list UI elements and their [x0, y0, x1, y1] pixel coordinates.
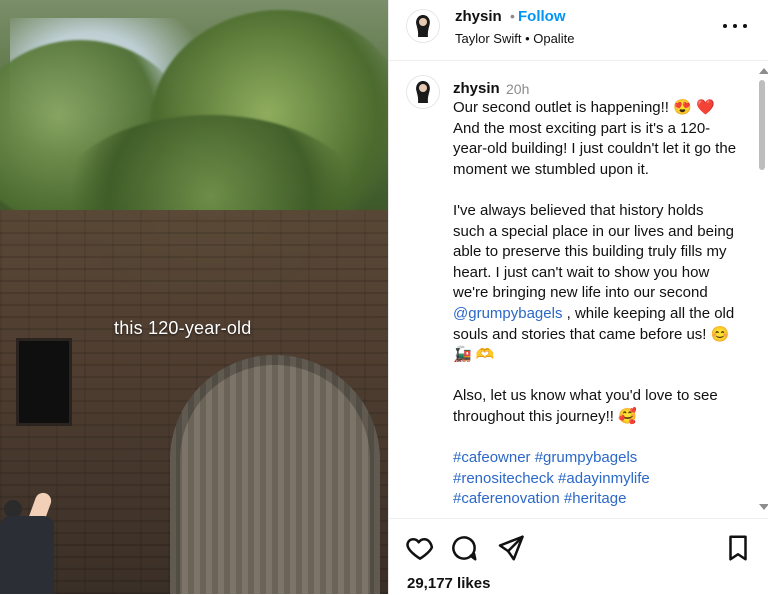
- hashtags[interactable]: #cafeowner #grumpybagels #renositecheck …: [453, 448, 738, 510]
- person-body: [0, 516, 54, 594]
- caption-paragraph-1: Our second outlet is happening!! 😍 ❤️ An…: [453, 99, 737, 178]
- bookmark-icon[interactable]: [723, 533, 753, 563]
- media-person: [0, 490, 62, 594]
- post-caption: Our second outlet is happening!! 😍 ❤️ An…: [453, 98, 738, 518]
- more-dot-1: [723, 24, 727, 28]
- caption-paragraph-2-start: I've always believed that history holds …: [453, 201, 735, 302]
- heart-outline-icon: [406, 538, 434, 560]
- comment-icon[interactable]: [449, 533, 479, 563]
- avatar-image-icon: [407, 76, 439, 108]
- scroll-down-icon[interactable]: [759, 504, 768, 510]
- mention-link[interactable]: @grumpybagels: [453, 305, 562, 322]
- scroll-thumb[interactable]: [759, 80, 765, 170]
- post-time[interactable]: 20h: [506, 81, 529, 97]
- media-arch-door: [170, 355, 380, 594]
- post-media[interactable]: this 120-year-old: [0, 0, 388, 594]
- post-avatar[interactable]: [407, 76, 439, 108]
- caption-paragraph-3: Also, let us know what you'd love to see…: [453, 387, 718, 425]
- like-count[interactable]: 29,177 likes: [407, 575, 490, 592]
- follow-button[interactable]: Follow: [518, 8, 566, 25]
- media-window: [16, 338, 72, 426]
- post-details-panel: zhysin • Follow Taylor Swift • Opalite z…: [388, 0, 768, 594]
- header-music[interactable]: Taylor Swift • Opalite: [455, 31, 574, 46]
- more-options-icon[interactable]: [721, 14, 749, 38]
- post-body: zhysin 20h Our second outlet is happenin…: [389, 60, 768, 518]
- post-actions: 29,177 likes: [389, 518, 768, 595]
- header-separator: •: [510, 8, 515, 24]
- scroll-up-icon[interactable]: [759, 68, 768, 74]
- caption-paragraph-2: I've always believed that history holds …: [453, 201, 738, 366]
- caption-scrollbar[interactable]: [757, 66, 768, 514]
- comment-bubble-icon: [452, 536, 477, 561]
- heart-icon[interactable]: [405, 533, 435, 563]
- post-username[interactable]: zhysin: [453, 80, 500, 97]
- bookmark-outline-icon: [729, 535, 747, 561]
- media-caption: this 120-year-old: [114, 318, 252, 338]
- post-header: zhysin • Follow Taylor Swift • Opalite: [389, 0, 768, 61]
- share-icon[interactable]: [495, 533, 525, 563]
- more-dot-2: [733, 24, 737, 28]
- more-dot-3: [743, 24, 747, 28]
- avatar-image-icon: [407, 10, 439, 42]
- paper-plane-icon: [498, 535, 524, 561]
- header-username[interactable]: zhysin: [455, 8, 502, 25]
- header-avatar[interactable]: [407, 10, 439, 42]
